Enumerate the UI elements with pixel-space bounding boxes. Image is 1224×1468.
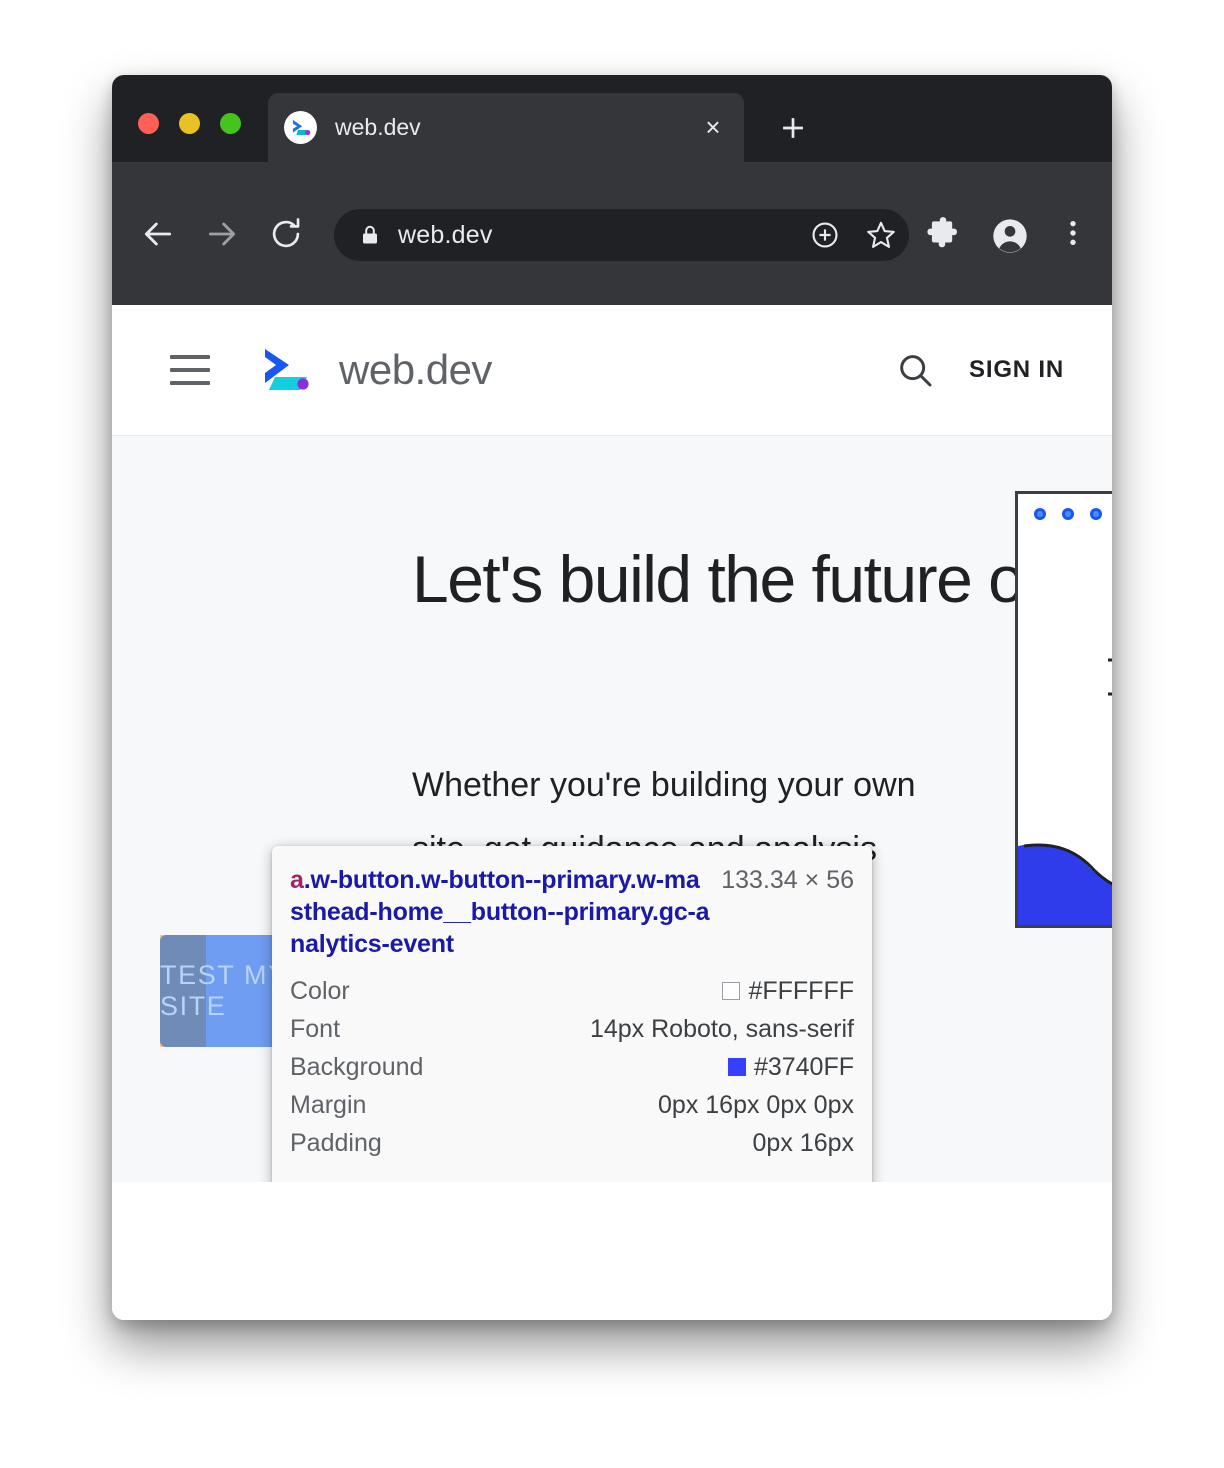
- element-dimensions: 133.34 × 56: [721, 866, 854, 894]
- property-key: Background: [290, 1052, 424, 1081]
- property-value: #FFFFFF: [722, 977, 854, 1006]
- arrow-left-icon[interactable]: [136, 212, 180, 256]
- property-row-color: Color #FFFFFF: [290, 972, 854, 1010]
- browser-toolbar: web.dev: [112, 162, 1112, 305]
- lock-icon: [358, 223, 382, 247]
- reload-icon[interactable]: [264, 212, 308, 256]
- property-row-background: Background #3740FF: [290, 1048, 854, 1086]
- hero-paragraph-line-1: Whether you're building your own: [412, 766, 916, 804]
- property-row-margin: Margin 0px 16px 0px 0px: [290, 1086, 854, 1124]
- sign-in-button[interactable]: SIGN IN: [969, 356, 1064, 384]
- hamburger-menu-icon[interactable]: [170, 355, 210, 385]
- color-swatch: [722, 982, 741, 1000]
- element-tag-name: a: [290, 866, 304, 894]
- search-icon[interactable]: [895, 350, 935, 390]
- property-value: 14px Roboto, sans-serif: [589, 1014, 854, 1043]
- browser-tab-webdev[interactable]: web.dev ×: [268, 93, 744, 162]
- property-key: Color: [290, 976, 350, 1005]
- webdev-logo-icon: [259, 345, 317, 395]
- property-row-font: Font 14px Roboto, sans-serif: [290, 1010, 854, 1048]
- illustration-artwork: [1018, 658, 1112, 925]
- color-swatch: [727, 1058, 746, 1076]
- page-viewport: web.dev SIGN IN Let's build the future o…: [112, 305, 1112, 1320]
- add-to-page-icon[interactable]: [807, 217, 843, 253]
- account-avatar-icon[interactable]: [990, 216, 1030, 256]
- property-value: 0px 16px 0px 0px: [658, 1090, 854, 1119]
- tooltip-header: a.w-button.w-button--primary.w-masthead-…: [290, 864, 854, 960]
- extensions-icon[interactable]: [924, 216, 962, 254]
- new-tab-button[interactable]: [776, 111, 810, 145]
- minimize-window-button[interactable]: [179, 113, 200, 134]
- element-class-list: .w-button.w-button--primary.w-masthead-h…: [290, 866, 710, 958]
- tab-title: web.dev: [335, 114, 421, 140]
- element-selector: a.w-button.w-button--primary.w-masthead-…: [290, 864, 711, 960]
- property-key: Font: [290, 1014, 341, 1043]
- hero-illustration: [1015, 491, 1112, 928]
- hero-heading: Let's build the future of: [412, 542, 1042, 616]
- webdev-logo-icon: [284, 111, 317, 144]
- property-value: 0px 16px: [752, 1128, 854, 1157]
- property-key: Margin: [290, 1090, 367, 1119]
- site-brand[interactable]: web.dev: [259, 345, 492, 395]
- close-icon[interactable]: ×: [698, 112, 728, 143]
- address-bar[interactable]: web.dev: [334, 209, 909, 261]
- browser-window: web.dev × web.dev web.dev SIGN IN Let's …: [112, 75, 1112, 1320]
- star-icon[interactable]: [863, 217, 899, 253]
- window-traffic-lights: [138, 113, 241, 134]
- close-window-button[interactable]: [138, 113, 159, 134]
- property-key: Padding: [290, 1128, 382, 1157]
- arrow-right-icon[interactable]: [200, 212, 244, 256]
- address-bar-url: web.dev: [398, 220, 493, 249]
- property-value: #3740FF: [727, 1053, 854, 1082]
- address-bar-actions: [807, 217, 899, 253]
- page-footer-band: [112, 1182, 1112, 1290]
- site-header-actions: SIGN IN: [895, 350, 1064, 390]
- site-brand-name: web.dev: [339, 346, 492, 393]
- screenshot-stage: web.dev × web.dev web.dev SIGN IN Let's …: [0, 0, 1224, 1468]
- three-dots-menu-icon[interactable]: [1056, 216, 1090, 250]
- maximize-window-button[interactable]: [220, 113, 241, 134]
- browser-tab-strip: web.dev ×: [112, 75, 1112, 162]
- site-header: web.dev SIGN IN: [112, 305, 1112, 436]
- page-content: Let's build the future of Whether you're…: [112, 436, 1112, 1290]
- property-row-padding: Padding 0px 16px: [290, 1124, 854, 1162]
